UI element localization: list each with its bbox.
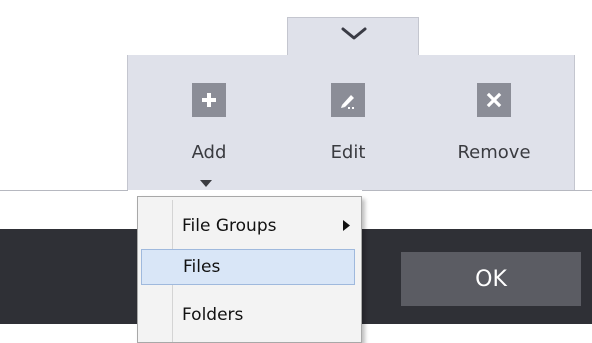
add-label: Add — [191, 142, 227, 163]
plus-icon — [202, 93, 216, 107]
remove-button[interactable]: Remove — [449, 83, 539, 163]
menu-item-file-groups[interactable]: File Groups — [141, 208, 355, 244]
close-icon — [486, 92, 502, 108]
menu-item-files[interactable]: Files — [141, 249, 355, 285]
menu-item-label: Folders — [182, 305, 244, 325]
toolbar-tab-join — [288, 54, 418, 57]
menu-item-folders[interactable]: Folders — [141, 297, 355, 333]
add-button[interactable]: Add — [179, 83, 239, 163]
remove-icon-box — [477, 83, 511, 117]
collapse-toolbar-tab[interactable] — [287, 17, 419, 57]
dropdown-caret-icon[interactable] — [200, 180, 212, 187]
pencil-icon — [341, 95, 354, 109]
edit-button[interactable]: Edit — [318, 83, 378, 163]
edit-label: Edit — [330, 142, 366, 163]
submenu-arrow-icon — [343, 220, 350, 231]
remove-label: Remove — [457, 142, 531, 163]
toolbar-divider-left — [0, 190, 128, 191]
ok-button[interactable]: OK — [401, 252, 581, 306]
edit-icon-box — [331, 83, 365, 117]
toolbar-divider-right — [362, 190, 592, 191]
add-icon-box — [192, 83, 226, 117]
menu-item-label: File Groups — [182, 216, 277, 236]
add-dropdown-menu: File Groups Files Folders — [137, 196, 362, 343]
chevron-down-icon[interactable] — [341, 27, 367, 41]
menu-item-label: Files — [183, 257, 221, 277]
